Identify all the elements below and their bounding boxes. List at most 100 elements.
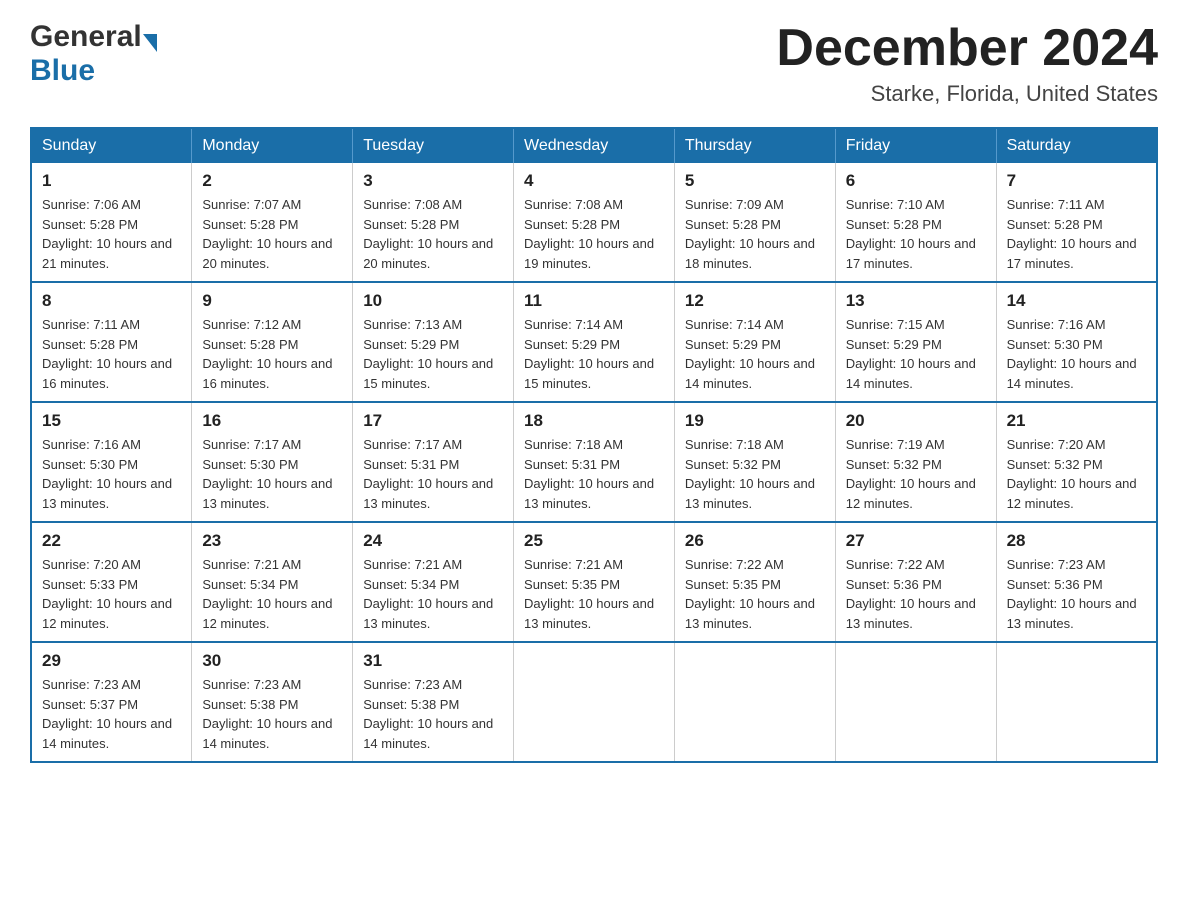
day-number: 16 bbox=[202, 411, 342, 431]
day-number: 29 bbox=[42, 651, 181, 671]
location-title: Starke, Florida, United States bbox=[776, 81, 1158, 107]
day-info: Sunrise: 7:15 AMSunset: 5:29 PMDaylight:… bbox=[846, 315, 986, 393]
calendar-day-cell: 12 Sunrise: 7:14 AMSunset: 5:29 PMDayligh… bbox=[674, 282, 835, 402]
day-info: Sunrise: 7:22 AMSunset: 5:36 PMDaylight:… bbox=[846, 555, 986, 633]
day-info: Sunrise: 7:16 AMSunset: 5:30 PMDaylight:… bbox=[42, 435, 181, 513]
day-info: Sunrise: 7:16 AMSunset: 5:30 PMDaylight:… bbox=[1007, 315, 1146, 393]
day-number: 24 bbox=[363, 531, 503, 551]
day-number: 1 bbox=[42, 171, 181, 191]
day-number: 11 bbox=[524, 291, 664, 311]
day-number: 28 bbox=[1007, 531, 1146, 551]
calendar-week-row: 1 Sunrise: 7:06 AMSunset: 5:28 PMDaylight… bbox=[31, 163, 1157, 282]
calendar-day-cell: 3Sunrise: 7:08 AMSunset: 5:28 PMDaylight… bbox=[353, 163, 514, 282]
day-number: 26 bbox=[685, 531, 825, 551]
calendar-day-header: Wednesday bbox=[514, 128, 675, 163]
day-info: Sunrise: 7:20 AMSunset: 5:33 PMDaylight:… bbox=[42, 555, 181, 633]
logo-general-text: General bbox=[30, 20, 142, 54]
calendar-day-cell: 14 Sunrise: 7:16 AMSunset: 5:30 PMDayligh… bbox=[996, 282, 1157, 402]
logo: General Blue bbox=[30, 20, 157, 88]
calendar-day-cell bbox=[835, 642, 996, 762]
day-number: 21 bbox=[1007, 411, 1146, 431]
day-info: Sunrise: 7:11 AMSunset: 5:28 PMDaylight:… bbox=[1007, 195, 1146, 273]
day-number: 15 bbox=[42, 411, 181, 431]
calendar-day-cell: 8 Sunrise: 7:11 AMSunset: 5:28 PMDaylight… bbox=[31, 282, 192, 402]
day-info: Sunrise: 7:14 AMSunset: 5:29 PMDaylight:… bbox=[685, 315, 825, 393]
day-number: 23 bbox=[202, 531, 342, 551]
day-number: 6 bbox=[846, 171, 986, 191]
calendar-header-row: SundayMondayTuesdayWednesdayThursdayFrid… bbox=[31, 128, 1157, 163]
day-info: Sunrise: 7:06 AMSunset: 5:28 PMDaylight:… bbox=[42, 195, 181, 273]
calendar-day-cell: 2 Sunrise: 7:07 AMSunset: 5:28 PMDaylight… bbox=[192, 163, 353, 282]
day-info: Sunrise: 7:08 AMSunset: 5:28 PMDaylight:… bbox=[524, 195, 664, 273]
calendar-day-header: Tuesday bbox=[353, 128, 514, 163]
calendar-day-cell: 25 Sunrise: 7:21 AMSunset: 5:35 PMDayligh… bbox=[514, 522, 675, 642]
day-number: 14 bbox=[1007, 291, 1146, 311]
calendar-week-row: 29 Sunrise: 7:23 AMSunset: 5:37 PMDayligh… bbox=[31, 642, 1157, 762]
day-info: Sunrise: 7:11 AMSunset: 5:28 PMDaylight:… bbox=[42, 315, 181, 393]
calendar-day-cell bbox=[674, 642, 835, 762]
day-number: 12 bbox=[685, 291, 825, 311]
day-number: 9 bbox=[202, 291, 342, 311]
calendar-day-cell: 23 Sunrise: 7:21 AMSunset: 5:34 PMDayligh… bbox=[192, 522, 353, 642]
day-number: 8 bbox=[42, 291, 181, 311]
calendar-day-header: Monday bbox=[192, 128, 353, 163]
day-info: Sunrise: 7:19 AMSunset: 5:32 PMDaylight:… bbox=[846, 435, 986, 513]
day-number: 10 bbox=[363, 291, 503, 311]
calendar-day-cell: 1 Sunrise: 7:06 AMSunset: 5:28 PMDaylight… bbox=[31, 163, 192, 282]
day-info: Sunrise: 7:12 AMSunset: 5:28 PMDaylight:… bbox=[202, 315, 342, 393]
calendar-day-header: Thursday bbox=[674, 128, 835, 163]
calendar-day-cell: 5Sunrise: 7:09 AMSunset: 5:28 PMDaylight… bbox=[674, 163, 835, 282]
logo-blue-text: Blue bbox=[30, 54, 95, 87]
day-info: Sunrise: 7:17 AMSunset: 5:30 PMDaylight:… bbox=[202, 435, 342, 513]
calendar-day-cell: 21 Sunrise: 7:20 AMSunset: 5:32 PMDayligh… bbox=[996, 402, 1157, 522]
day-info: Sunrise: 7:18 AMSunset: 5:32 PMDaylight:… bbox=[685, 435, 825, 513]
day-info: Sunrise: 7:23 AMSunset: 5:37 PMDaylight:… bbox=[42, 675, 181, 753]
day-number: 22 bbox=[42, 531, 181, 551]
calendar-day-cell: 29 Sunrise: 7:23 AMSunset: 5:37 PMDayligh… bbox=[31, 642, 192, 762]
calendar-day-cell: 4 Sunrise: 7:08 AMSunset: 5:28 PMDaylight… bbox=[514, 163, 675, 282]
logo-arrow-icon bbox=[143, 34, 157, 52]
calendar-week-row: 22 Sunrise: 7:20 AMSunset: 5:33 PMDayligh… bbox=[31, 522, 1157, 642]
day-info: Sunrise: 7:20 AMSunset: 5:32 PMDaylight:… bbox=[1007, 435, 1146, 513]
day-info: Sunrise: 7:14 AMSunset: 5:29 PMDaylight:… bbox=[524, 315, 664, 393]
calendar-day-cell: 7 Sunrise: 7:11 AMSunset: 5:28 PMDaylight… bbox=[996, 163, 1157, 282]
calendar-day-cell: 27Sunrise: 7:22 AMSunset: 5:36 PMDayligh… bbox=[835, 522, 996, 642]
day-number: 31 bbox=[363, 651, 503, 671]
calendar-day-cell: 19Sunrise: 7:18 AMSunset: 5:32 PMDayligh… bbox=[674, 402, 835, 522]
day-number: 3 bbox=[363, 171, 503, 191]
calendar-table: SundayMondayTuesdayWednesdayThursdayFrid… bbox=[30, 127, 1158, 763]
calendar-day-cell: 30Sunrise: 7:23 AMSunset: 5:38 PMDayligh… bbox=[192, 642, 353, 762]
calendar-day-cell: 22 Sunrise: 7:20 AMSunset: 5:33 PMDayligh… bbox=[31, 522, 192, 642]
day-info: Sunrise: 7:21 AMSunset: 5:35 PMDaylight:… bbox=[524, 555, 664, 633]
day-info: Sunrise: 7:07 AMSunset: 5:28 PMDaylight:… bbox=[202, 195, 342, 273]
calendar-day-cell: 24Sunrise: 7:21 AMSunset: 5:34 PMDayligh… bbox=[353, 522, 514, 642]
day-number: 4 bbox=[524, 171, 664, 191]
day-info: Sunrise: 7:21 AMSunset: 5:34 PMDaylight:… bbox=[202, 555, 342, 633]
day-number: 18 bbox=[524, 411, 664, 431]
calendar-day-cell: 13 Sunrise: 7:15 AMSunset: 5:29 PMDayligh… bbox=[835, 282, 996, 402]
calendar-week-row: 15 Sunrise: 7:16 AMSunset: 5:30 PMDayligh… bbox=[31, 402, 1157, 522]
day-number: 13 bbox=[846, 291, 986, 311]
day-info: Sunrise: 7:18 AMSunset: 5:31 PMDaylight:… bbox=[524, 435, 664, 513]
calendar-day-cell: 20 Sunrise: 7:19 AMSunset: 5:32 PMDayligh… bbox=[835, 402, 996, 522]
day-info: Sunrise: 7:23 AMSunset: 5:38 PMDaylight:… bbox=[363, 675, 503, 753]
day-number: 17 bbox=[363, 411, 503, 431]
day-number: 25 bbox=[524, 531, 664, 551]
calendar-day-cell: 9 Sunrise: 7:12 AMSunset: 5:28 PMDaylight… bbox=[192, 282, 353, 402]
calendar-day-header: Saturday bbox=[996, 128, 1157, 163]
day-number: 5 bbox=[685, 171, 825, 191]
calendar-day-cell: 11 Sunrise: 7:14 AMSunset: 5:29 PMDayligh… bbox=[514, 282, 675, 402]
day-number: 20 bbox=[846, 411, 986, 431]
calendar-day-cell bbox=[514, 642, 675, 762]
calendar-day-cell: 15 Sunrise: 7:16 AMSunset: 5:30 PMDayligh… bbox=[31, 402, 192, 522]
calendar-day-cell: 31 Sunrise: 7:23 AMSunset: 5:38 PMDayligh… bbox=[353, 642, 514, 762]
title-block: December 2024 Starke, Florida, United St… bbox=[776, 20, 1158, 107]
day-number: 7 bbox=[1007, 171, 1146, 191]
calendar-day-cell: 18 Sunrise: 7:18 AMSunset: 5:31 PMDayligh… bbox=[514, 402, 675, 522]
day-number: 2 bbox=[202, 171, 342, 191]
page-header: General Blue December 2024 Starke, Flori… bbox=[30, 20, 1158, 107]
day-info: Sunrise: 7:23 AMSunset: 5:36 PMDaylight:… bbox=[1007, 555, 1146, 633]
day-info: Sunrise: 7:13 AMSunset: 5:29 PMDaylight:… bbox=[363, 315, 503, 393]
day-number: 30 bbox=[202, 651, 342, 671]
day-info: Sunrise: 7:10 AMSunset: 5:28 PMDaylight:… bbox=[846, 195, 986, 273]
